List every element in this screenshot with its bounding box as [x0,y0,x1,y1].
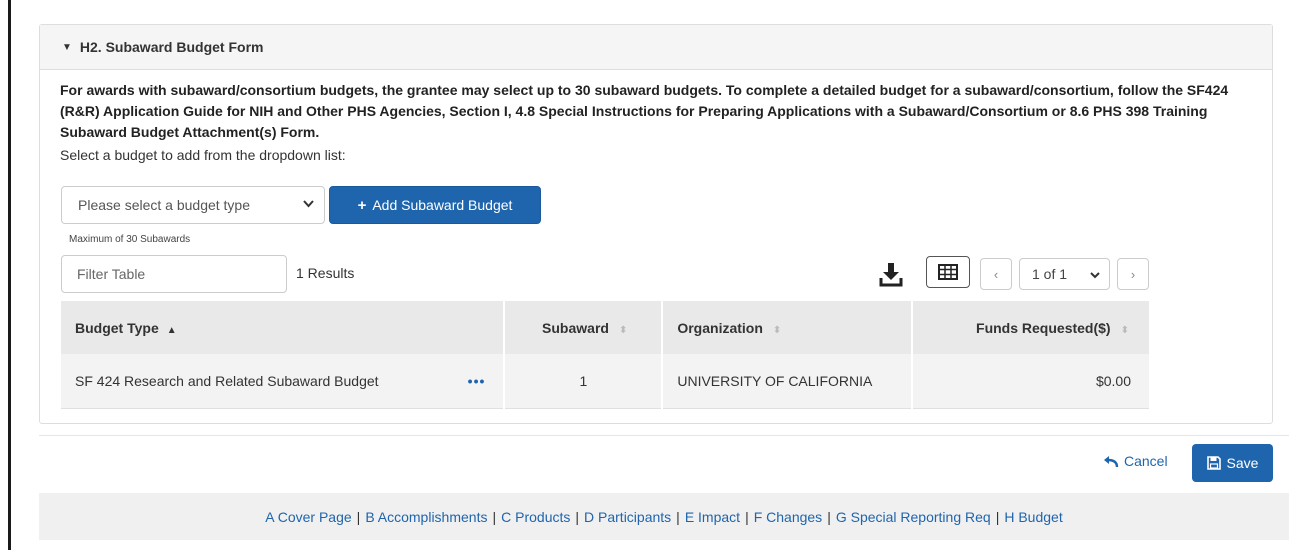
chevron-left-icon: ‹ [993,266,999,282]
panel-body: For awards with subaward/consortium budg… [40,70,1272,163]
plus-icon: + [357,196,367,214]
nav-link-cover-page[interactable]: A Cover Page [265,509,351,525]
column-header-budget-type[interactable]: Budget Type ▲ [61,301,506,354]
section-nav-footer: A Cover Page | B Accomplishments | C Produ… [39,493,1289,540]
table-header-row: Budget Type ▲ Subaward ⬍ Organization ⬍ Fun… [61,301,1151,354]
budget-type-select-value: Please select a budget type [78,197,251,213]
select-label: Select a budget to add from the dropdown… [60,147,346,163]
panel-header[interactable]: ▼ H2. Subaward Budget Form [40,25,1272,70]
chevron-down-icon [303,199,314,211]
chevron-right-icon: › [1130,266,1136,282]
section-title: H2. Subaward Budget Form [79,39,264,55]
add-budget-controls: Please select a budget type + Add Subawa… [61,186,541,224]
nav-link-accomplishments[interactable]: B Accomplishments [365,509,487,525]
nav-link-impact[interactable]: E Impact [685,509,740,525]
subaward-table: Budget Type ▲ Subaward ⬍ Organization ⬍ Fun… [61,301,1151,409]
nav-link-changes[interactable]: F Changes [754,509,822,525]
instructions-text: For awards with subaward/consortium budg… [60,82,1229,140]
column-header-subaward[interactable]: Subaward ⬍ [504,301,664,354]
table-grid-icon [938,264,958,280]
nav-link-budget[interactable]: H Budget [1004,509,1062,525]
sort-icon: ⬍ [618,324,628,336]
add-subaward-budget-button[interactable]: + Add Subaward Budget [329,186,541,224]
cancel-label: Cancel [1124,453,1168,469]
divider [39,435,1289,436]
save-button[interactable]: Save [1192,444,1273,482]
cell-subaward: 1 [504,354,664,409]
more-actions-icon[interactable]: ••• [468,373,486,389]
cell-funds-requested: $0.00 [912,354,1151,409]
budget-type-select[interactable]: Please select a budget type [61,186,325,224]
sort-ascending-icon: ▲ [166,324,177,336]
nav-link-products[interactable]: C Products [501,509,570,525]
filter-table-input[interactable]: Filter Table [61,255,287,293]
sort-icon: ⬍ [772,324,782,336]
column-header-funds-requested[interactable]: Funds Requested($) ⬍ [912,301,1151,354]
download-icon[interactable] [878,261,904,287]
cell-organization: UNIVERSITY OF CALIFORNIA [662,354,914,409]
nav-link-participants[interactable]: D Participants [584,509,671,525]
nav-link-special-reporting[interactable]: G Special Reporting Req [836,509,991,525]
table-row: SF 424 Research and Related Subaward Bud… [61,354,1151,409]
chevron-down-icon [1090,266,1100,282]
results-count: 1 Results [296,265,355,281]
subaward-budget-panel: ▼ H2. Subaward Budget Form For awards wi… [39,24,1273,424]
page-select[interactable]: 1 of 1 [1019,258,1110,290]
caret-down-icon[interactable]: ▼ [62,42,72,53]
next-page-button[interactable]: › [1117,258,1149,290]
cancel-button[interactable]: Cancel [1103,453,1168,469]
left-border [8,0,11,550]
column-toggle-button[interactable] [926,256,970,288]
max-subawards-note: Maximum of 30 Subawards [69,234,191,245]
undo-arrow-icon [1104,455,1119,467]
previous-page-button[interactable]: ‹ [980,258,1012,290]
save-label: Save [1226,455,1259,471]
column-header-organization[interactable]: Organization ⬍ [662,301,914,354]
add-subaward-budget-label: Add Subaward Budget [372,197,513,213]
cell-budget-type: SF 424 Research and Related Subaward Bud… [61,354,506,409]
page-select-value: 1 of 1 [1032,266,1068,282]
sort-icon: ⬍ [1120,324,1129,336]
floppy-disk-icon [1206,456,1221,470]
